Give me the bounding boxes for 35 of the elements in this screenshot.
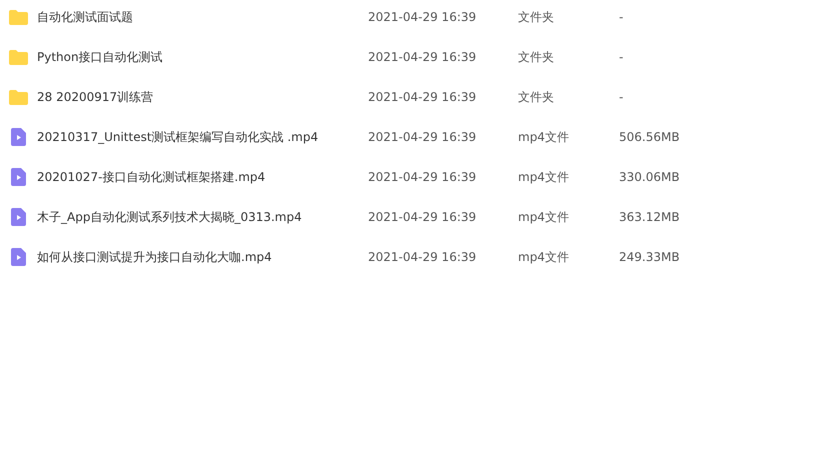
- file-name[interactable]: 自动化测试面试题: [37, 8, 368, 26]
- file-name[interactable]: Python接口自动化测试: [37, 48, 368, 66]
- file-type: mp4文件: [518, 168, 570, 186]
- folder-icon: [9, 90, 28, 104]
- modified-date: 2021-04-29 16:39: [368, 90, 478, 104]
- video-file-icon: [11, 248, 26, 266]
- modified-date: 2021-04-29 16:39: [368, 210, 478, 224]
- file-type: mp4文件: [518, 208, 570, 226]
- video-file-icon: [11, 208, 26, 226]
- modified-date: 2021-04-29 16:39: [368, 50, 478, 64]
- file-name[interactable]: 28 20200917训练营: [37, 88, 368, 106]
- file-size: 249.33MB: [619, 250, 680, 264]
- modified-date: 2021-04-29 16:39: [368, 10, 478, 24]
- file-size: 363.12MB: [619, 210, 680, 224]
- modified-date: 2021-04-29 16:39: [368, 130, 478, 144]
- file-size: -: [619, 90, 624, 104]
- file-size: 330.06MB: [619, 170, 680, 184]
- file-type: 文件夹: [518, 88, 555, 106]
- file-name[interactable]: 如何从接口测试提升为接口自动化大咖.mp4: [37, 248, 368, 266]
- file-size: -: [619, 50, 624, 64]
- file-type: mp4文件: [518, 248, 570, 266]
- modified-date: 2021-04-29 16:39: [368, 250, 478, 264]
- file-name[interactable]: 木子_App自动化测试系列技术大揭晓_0313.mp4: [37, 208, 368, 226]
- video-file-icon: [11, 168, 26, 186]
- folder-icon: [9, 50, 28, 64]
- modified-date: 2021-04-29 16:39: [368, 170, 478, 184]
- file-name[interactable]: 20210317_Unittest测试框架编写自动化实战 .mp4: [37, 128, 368, 146]
- file-size: -: [619, 10, 624, 24]
- folder-icon: [9, 10, 28, 24]
- video-file-icon: [11, 128, 26, 146]
- file-type: 文件夹: [518, 48, 555, 66]
- file-size: 506.56MB: [619, 130, 680, 144]
- file-type: 文件夹: [518, 8, 555, 26]
- file-type: mp4文件: [518, 128, 570, 146]
- file-name[interactable]: 20201027-接口自动化测试框架搭建.mp4: [37, 168, 368, 186]
